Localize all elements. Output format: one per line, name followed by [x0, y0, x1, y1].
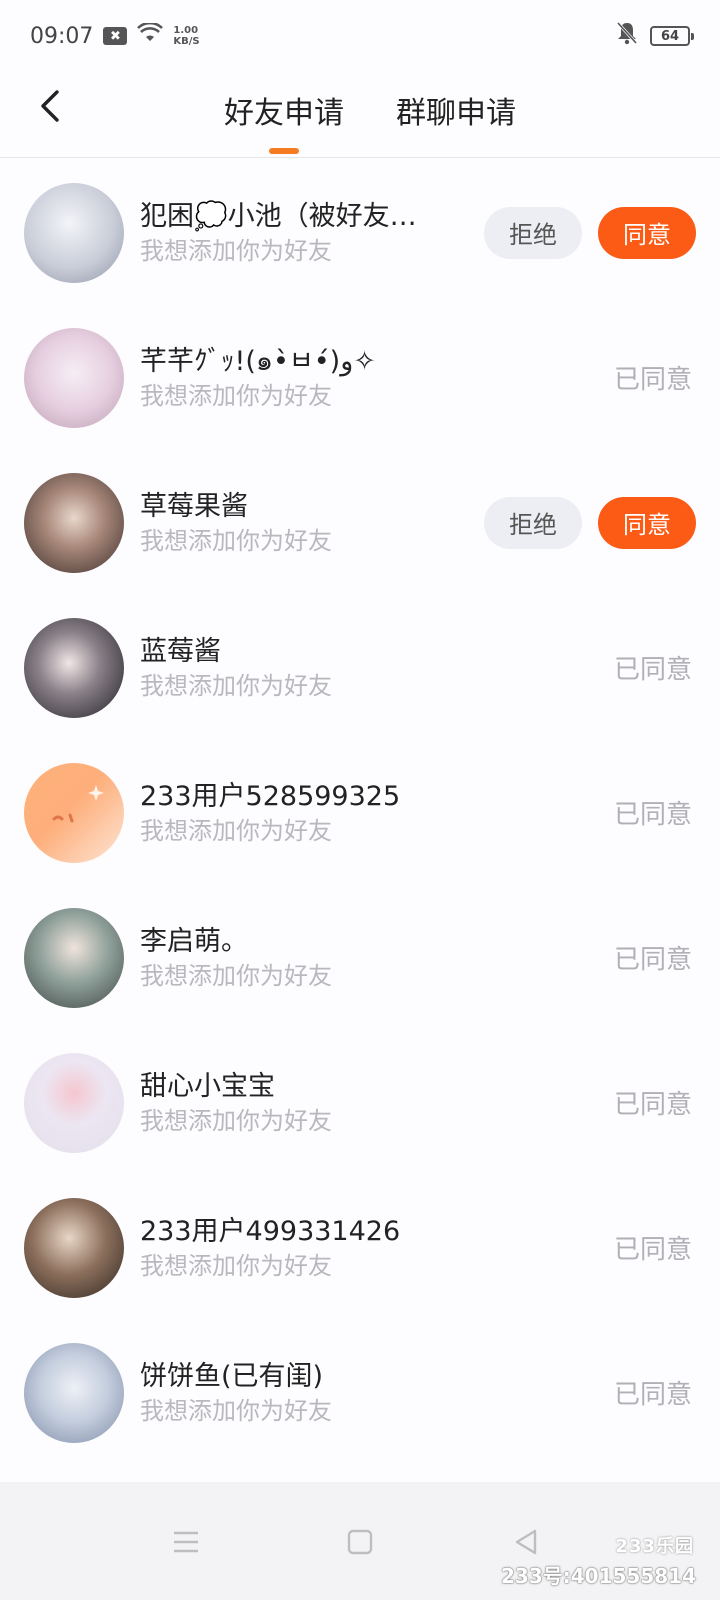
avatar — [24, 762, 124, 863]
reject-button[interactable]: 拒绝 — [484, 206, 582, 259]
accepted-status: 已同意 — [613, 1380, 692, 1410]
request-name: 甜心小宝宝 — [140, 1070, 275, 1102]
network-speed-unit: KB/S — [173, 36, 200, 47]
avatar — [24, 907, 124, 1008]
accepted-status: 已同意 — [613, 1235, 692, 1265]
back-nav-button[interactable] — [506, 1522, 546, 1562]
request-message: 我想添加你为好友 — [140, 526, 332, 555]
avatar — [24, 327, 124, 428]
request-row[interactable]: 草莓果酱 我想添加你为好友 拒绝 同意 — [0, 450, 720, 595]
request-message: 我想添加你为好友 — [140, 816, 332, 845]
request-message: 我想添加你为好友 — [140, 1106, 332, 1135]
accepted-status: 已同意 — [613, 800, 692, 830]
request-name: 芊芊ｸﾞｯ!(๑•̀ㅂ•́)و✧ — [140, 345, 376, 377]
network-speed: 1.00 KB/S — [173, 25, 199, 47]
reject-button[interactable]: 拒绝 — [484, 496, 582, 549]
menu-icon — [174, 1531, 198, 1553]
request-row[interactable]: 李启萌。 我想添加你为好友 已同意 — [0, 885, 720, 1030]
home-button[interactable] — [340, 1522, 380, 1562]
avatar — [24, 617, 124, 718]
request-name: 233用户499331426 — [140, 1215, 401, 1247]
battery-level: 64 — [660, 28, 680, 44]
watermark-logo: 233乐园 — [615, 1536, 694, 1557]
request-message: 我想添加你为好友 — [140, 1396, 332, 1425]
avatar — [24, 1052, 124, 1153]
request-name: 犯困💭小池（被好友… — [140, 200, 417, 232]
request-row[interactable]: 蓝莓酱 我想添加你为好友 已同意 — [0, 595, 720, 740]
accept-button[interactable]: 同意 — [598, 496, 696, 549]
battery-icon: 64 — [650, 26, 694, 46]
mascot-face-icon — [52, 784, 104, 822]
request-row[interactable]: 233用户499331426 我想添加你为好友 已同意 — [0, 1175, 720, 1320]
request-message: 我想添加你为好友 — [140, 671, 332, 700]
tab-group-requests[interactable]: 群聊申请 — [396, 72, 516, 158]
watermark-id: 233号:401555814 — [501, 1564, 696, 1588]
avatar — [24, 1197, 124, 1298]
avatar — [24, 472, 124, 573]
tab-bar: 好友申请 群聊申请 — [0, 72, 720, 158]
status-bar: 09:07 ✖ 1.00 KB/S 64 — [0, 0, 720, 72]
request-message: 我想添加你为好友 — [140, 961, 332, 990]
request-row[interactable]: 饼饼鱼(已有闺) 我想添加你为好友 已同意 — [0, 1320, 720, 1465]
accepted-status: 已同意 — [613, 945, 692, 975]
accepted-status: 已同意 — [613, 655, 692, 685]
mute-bell-icon — [616, 21, 638, 51]
accepted-status: 已同意 — [613, 365, 692, 395]
request-message: 我想添加你为好友 — [140, 236, 332, 265]
tab-friend-requests[interactable]: 好友申请 — [224, 72, 344, 158]
request-message: 我想添加你为好友 — [140, 1251, 332, 1280]
request-name: 233用户528599325 — [140, 780, 401, 812]
friend-request-list: 犯困💭小池（被好友… 我想添加你为好友 拒绝 同意 芊芊ｸﾞｯ!(๑•̀ㅂ•́)… — [0, 160, 720, 1465]
wifi-icon — [137, 21, 164, 49]
accepted-status: 已同意 — [613, 1090, 692, 1120]
request-name: 蓝莓酱 — [140, 635, 221, 667]
status-time: 09:07 — [30, 23, 94, 49]
network-speed-value: 1.00 — [173, 25, 199, 36]
header: 好友申请 群聊申请 — [0, 72, 720, 158]
request-name: 饼饼鱼(已有闺) — [140, 1360, 324, 1392]
request-row[interactable]: 芊芊ｸﾞｯ!(๑•̀ㅂ•́)و✧ 我想添加你为好友 已同意 — [0, 305, 720, 450]
request-name: 草莓果酱 — [140, 490, 248, 522]
request-name: 李启萌。 — [140, 925, 248, 957]
accept-button[interactable]: 同意 — [598, 206, 696, 259]
triangle-back-icon — [515, 1529, 537, 1555]
notification-icon: ✖ — [103, 27, 128, 45]
avatar — [24, 182, 124, 283]
request-row[interactable]: 233用户528599325 我想添加你为好友 已同意 — [0, 740, 720, 885]
request-row[interactable]: 甜心小宝宝 我想添加你为好友 已同意 — [0, 1030, 720, 1175]
avatar — [24, 1342, 124, 1443]
menu-button[interactable] — [166, 1522, 206, 1562]
request-message: 我想添加你为好友 — [140, 381, 332, 410]
square-home-icon — [347, 1529, 373, 1555]
request-row[interactable]: 犯困💭小池（被好友… 我想添加你为好友 拒绝 同意 — [0, 160, 720, 305]
